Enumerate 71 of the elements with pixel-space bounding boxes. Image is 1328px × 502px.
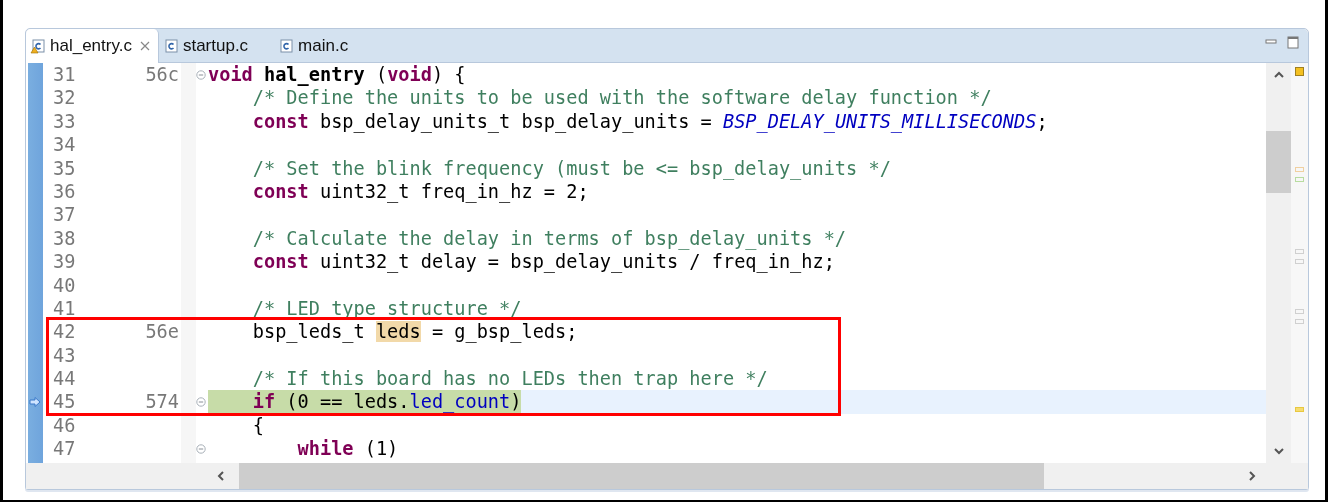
code-text: = g_bsp_leds; <box>430 321 578 343</box>
keyword-text: void <box>208 64 253 85</box>
collapse-icon[interactable] <box>196 397 206 408</box>
code-text: bsp_delay_units_t bsp_delay_units = <box>318 110 713 132</box>
file-tab[interactable]: startup.c <box>158 29 257 62</box>
code-text: (0 == leds. <box>285 391 410 413</box>
line-number: 33 <box>52 109 77 134</box>
line-number: 31 <box>52 63 77 87</box>
code-text: ( <box>374 64 388 85</box>
ruler-marker[interactable] <box>1295 319 1304 324</box>
code-text: ) <box>510 391 522 413</box>
constant-text: BSP_DELAY_UNITS_MILLISECONDS <box>722 110 1037 132</box>
code-text: ) { <box>431 64 466 85</box>
occurrence-highlight: leds <box>375 321 421 343</box>
code-text: uint32_t delay = bsp_delay_units / freq_in_hz; <box>318 251 835 273</box>
line-number: 39 <box>52 250 77 274</box>
code-text: { <box>252 414 264 436</box>
scroll-right-icon[interactable] <box>1246 470 1258 482</box>
scrollbar-thumb[interactable] <box>1266 131 1291 193</box>
vertical-scrollbar[interactable] <box>1266 63 1291 463</box>
line-number: 32 <box>52 86 77 110</box>
line-number: 45 <box>52 390 77 414</box>
ruler-marker[interactable] <box>1295 259 1304 264</box>
code-text: uint32_t freq_in_hz = 2; <box>318 180 589 202</box>
line-number: 34 <box>52 133 77 157</box>
comment-text: /* Define the units to be used with the software delay function */ <box>252 87 992 109</box>
collapse-icon[interactable] <box>196 69 206 80</box>
file-icon <box>30 38 46 54</box>
keyword-text: void <box>387 64 432 85</box>
line-number: 35 <box>52 156 77 180</box>
line-number: 38 <box>52 226 77 251</box>
address-text: 56e <box>145 321 179 343</box>
line-number: 40 <box>52 273 77 297</box>
field-text: led_count <box>409 391 511 413</box>
instruction-pointer-icon <box>28 397 41 408</box>
file-tab[interactable]: hal_entry.c <box>26 29 159 63</box>
line-number: 36 <box>52 179 77 204</box>
address-text: 56c <box>145 64 179 85</box>
keyword-text: const <box>252 180 309 202</box>
line-number: 46 <box>52 413 77 438</box>
file-icon <box>278 37 295 54</box>
scrollbar-thumb[interactable] <box>239 463 1044 489</box>
ruler-marker[interactable] <box>1295 407 1304 412</box>
collapse-icon[interactable] <box>196 443 206 454</box>
address-text: 574 <box>145 391 179 413</box>
keyword-text: if <box>252 391 276 413</box>
ruler-marker[interactable] <box>1295 249 1304 254</box>
code-text: ; <box>1036 110 1048 132</box>
line-number: 42 <box>52 320 77 344</box>
file-icon <box>162 37 179 54</box>
comment-text: /* Calculate the delay in terms of bsp_delay_units */ <box>252 227 847 249</box>
ruler-marker[interactable] <box>1295 67 1304 76</box>
keyword-text: const <box>252 251 309 273</box>
scroll-left-icon[interactable] <box>215 470 227 482</box>
function-name-text: hal_entry <box>262 64 365 85</box>
line-number: 37 <box>52 203 77 227</box>
line-number: 47 <box>52 437 77 461</box>
line-number: 41 <box>52 296 77 321</box>
comment-text: /* Set the blink frequency (must be <= bsp_delay_units */ <box>252 157 891 179</box>
line-number: 44 <box>52 367 77 391</box>
code-text: bsp_leds_t <box>252 321 366 343</box>
ruler-marker[interactable] <box>1295 309 1304 314</box>
line-number: 43 <box>52 343 77 368</box>
code-text: (1) <box>363 438 399 460</box>
close-icon[interactable] <box>139 41 150 51</box>
maximize-icon[interactable] <box>1286 35 1300 49</box>
keyword-text: const <box>252 110 309 132</box>
file-tab[interactable]: main.c <box>274 29 357 62</box>
keyword-text: while <box>297 438 354 460</box>
scroll-down-icon[interactable] <box>1272 445 1285 457</box>
comment-text: /* If this board has no LEDs then trap here */ <box>252 368 768 390</box>
